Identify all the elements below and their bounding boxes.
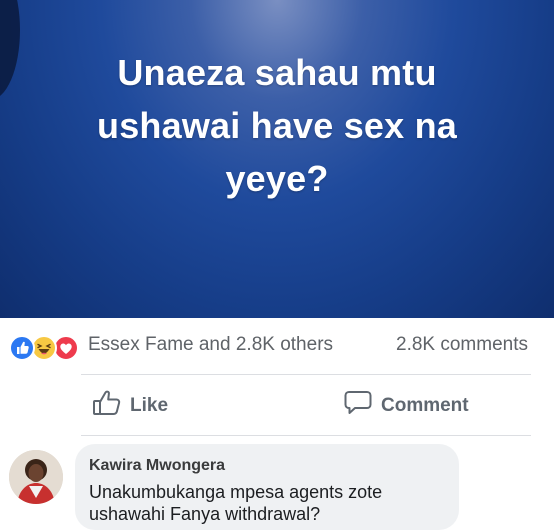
reaction-names-link[interactable]: Essex Fame and 2.8K others [88,334,333,356]
post-text-line-1: Unaeza sahau mtu [117,52,437,93]
post-text-line-2: ushawai have sex na [97,105,457,146]
comment-icon [343,389,381,423]
divider-top [81,374,531,375]
like-label: Like [130,395,169,416]
reactions-bar: Essex Fame and 2.8K others 2.8K comments [0,322,554,372]
comment-item: Kawira Mwongera Unakumbukanga mpesa agen… [0,442,554,531]
comment-bubble: Kawira Mwongera Unakumbukanga mpesa agen… [75,444,459,530]
divider-bottom [81,435,531,436]
comment-text: Unakumbukanga mpesa agents zote ushawahi… [89,482,383,524]
comment-author[interactable]: Kawira Mwongera [89,457,225,475]
comment-label: Comment [381,395,469,416]
post-image[interactable]: Unaeza sahau mtu ushawai have sex na yey… [0,0,554,318]
avatar[interactable] [9,450,63,504]
post-text-line-3: yeye? [225,158,329,199]
comment-button[interactable]: Comment [343,388,469,424]
like-button[interactable]: Like [92,388,168,424]
thumbs-up-icon [92,389,130,423]
reaction-icons[interactable] [9,335,79,361]
like-reaction-icon [9,335,35,361]
post-image-text: Unaeza sahau mtu ushawai have sex na yey… [0,46,554,205]
comments-count-link[interactable]: 2.8K comments [396,334,528,356]
